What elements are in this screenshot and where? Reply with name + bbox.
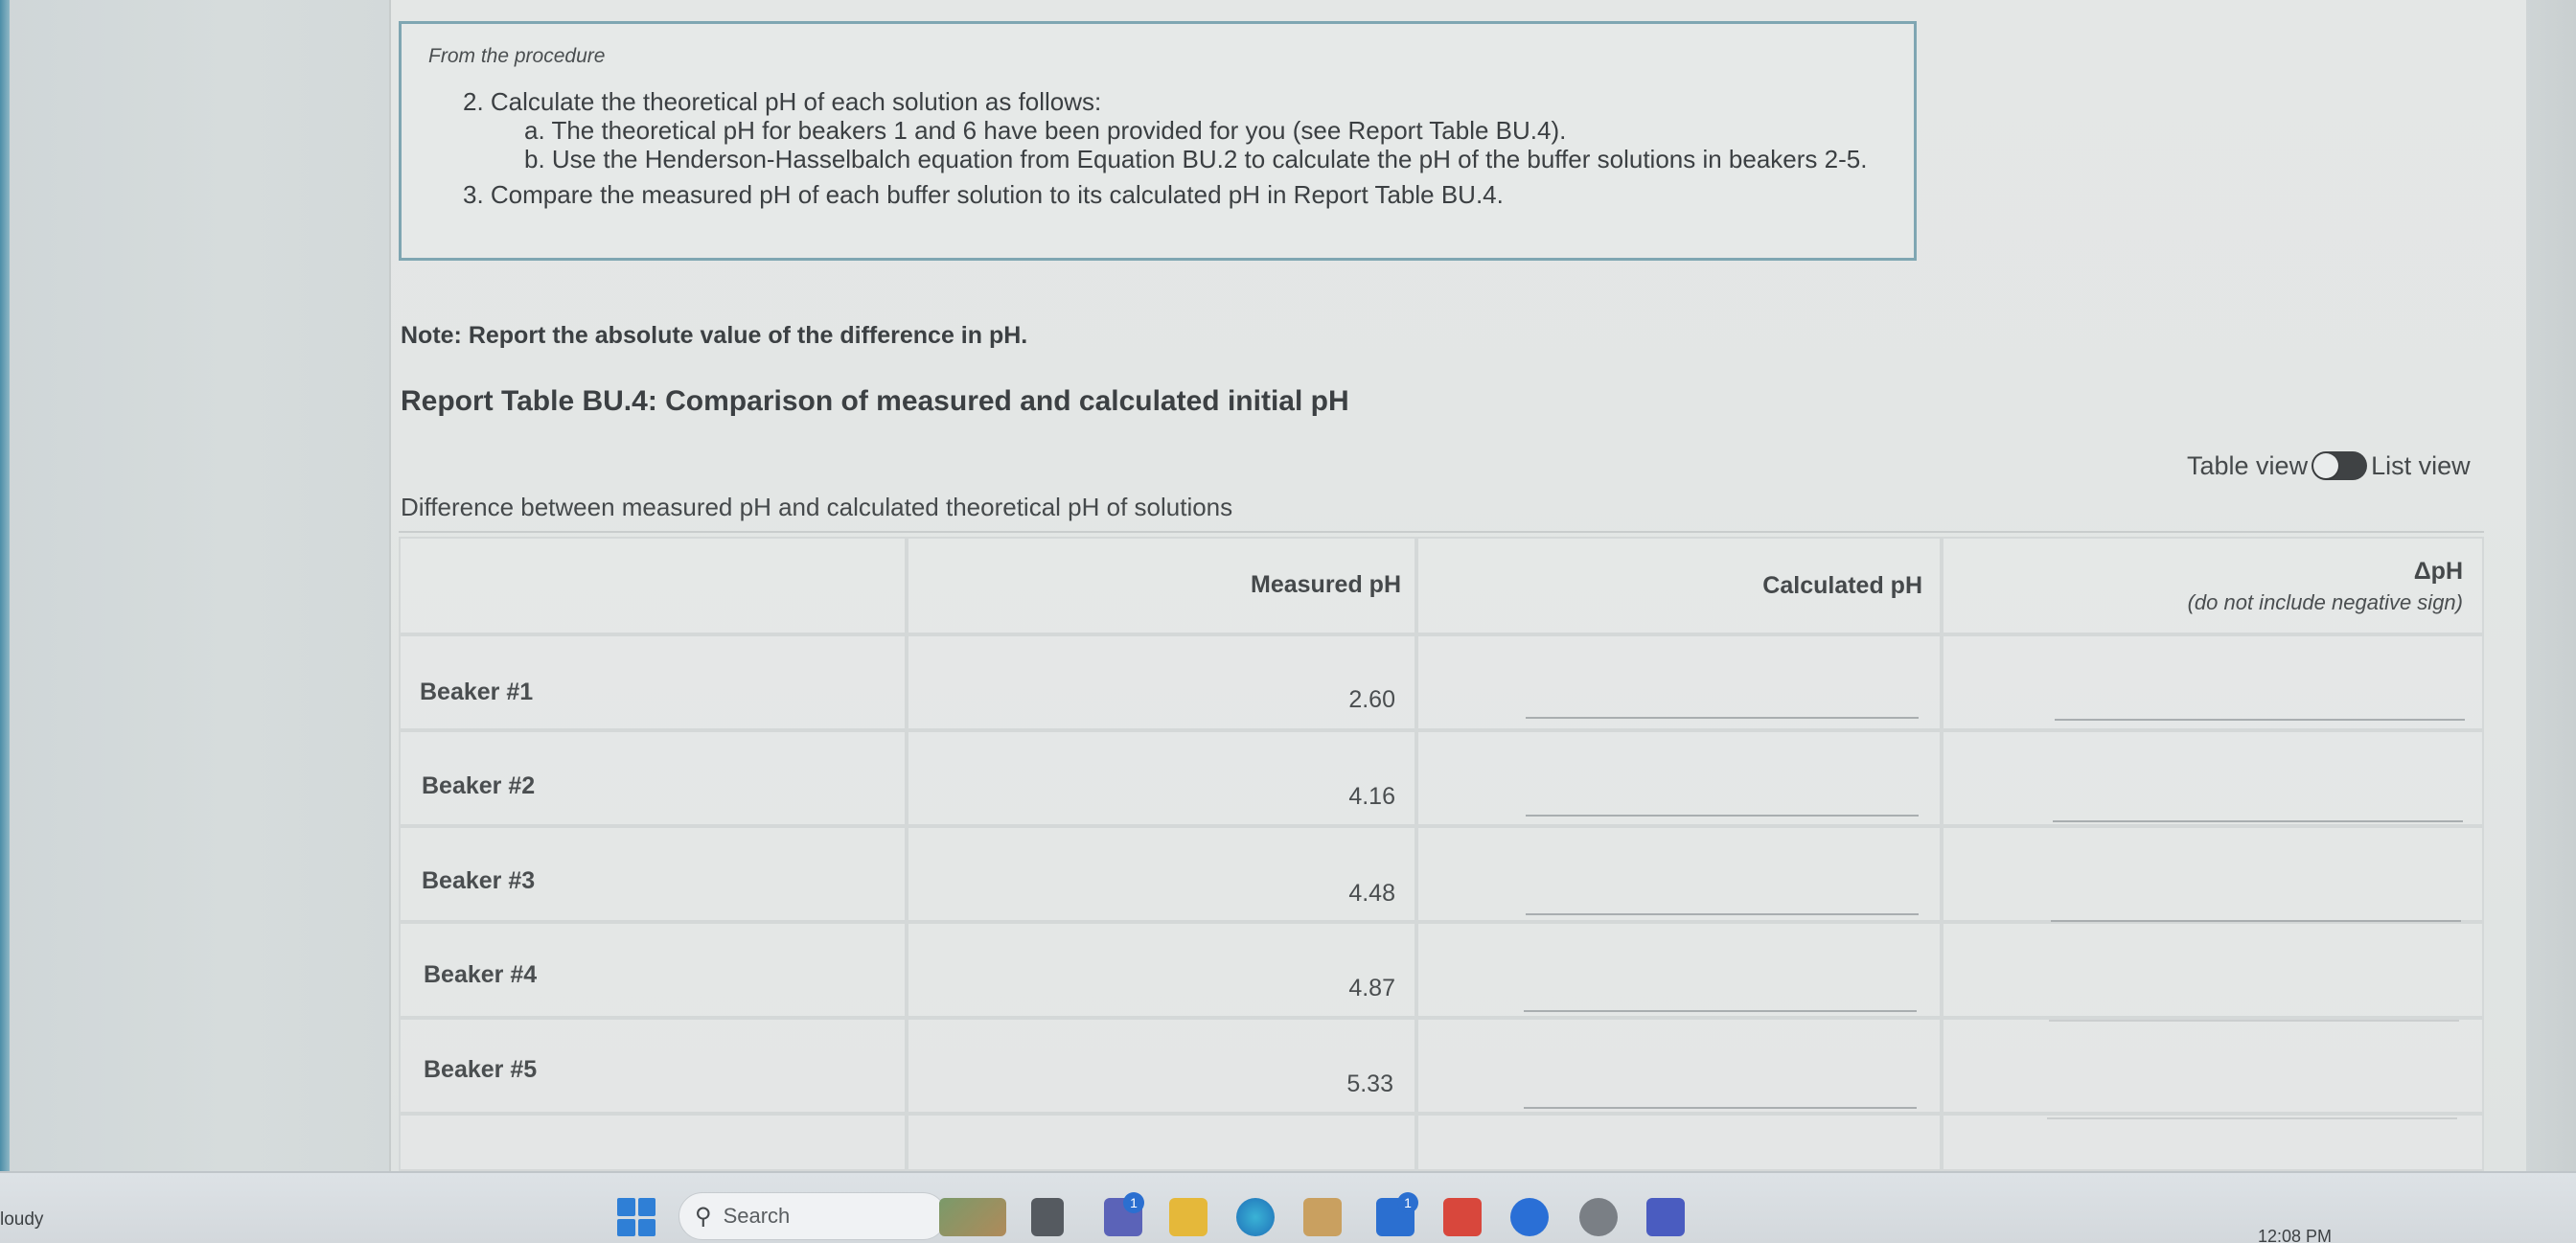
procedure-step-2a: a. The theoretical pH for beakers 1 and …	[524, 116, 1567, 145]
table-cell	[1416, 826, 1942, 922]
table-cell	[1942, 1114, 2484, 1171]
window-edge	[0, 0, 10, 1171]
table-caption: Difference between measured pH and calcu…	[401, 493, 1233, 521]
calculated-ph-input-beaker-3[interactable]	[1526, 913, 1919, 915]
table-cell	[1942, 1018, 2484, 1114]
table-cell	[1942, 826, 2484, 922]
measured-value-beaker-5: 5.33	[1346, 1070, 1393, 1097]
taskbar-search-label: Search	[723, 1204, 791, 1228]
task-view-icon[interactable]	[1031, 1198, 1064, 1236]
taskbar: loudy ⚲ Search 1 1 12:08 PM	[0, 1171, 2576, 1243]
calculated-ph-input-beaker-1[interactable]	[1526, 717, 1919, 719]
file-explorer-icon[interactable]	[1169, 1198, 1208, 1236]
store-icon[interactable]	[1303, 1198, 1342, 1236]
procedure-box: From the procedure 2. Calculate the theo…	[399, 21, 1917, 261]
list-view-label[interactable]: List view	[2371, 451, 2471, 481]
table-title: Report Table BU.4: Comparison of measure…	[401, 385, 1349, 417]
taskbar-search[interactable]: ⚲ Search	[678, 1192, 947, 1240]
cortana-icon[interactable]	[1510, 1198, 1549, 1236]
procedure-step-3: 3. Compare the measured pH of each buffe…	[463, 180, 1504, 209]
delta-ph-input-beaker-2[interactable]	[2053, 820, 2463, 822]
search-icon: ⚲	[695, 1203, 712, 1230]
settings-gear-icon[interactable]	[1579, 1198, 1618, 1236]
table-cell	[1416, 1114, 1942, 1171]
view-toggle: Table view List view	[2187, 449, 2471, 483]
measured-value-beaker-4: 4.87	[1348, 975, 1395, 1001]
procedure-title: From the procedure	[428, 45, 606, 67]
table-cell	[1416, 1018, 1942, 1114]
gmail-icon[interactable]	[1443, 1198, 1482, 1236]
measured-value-beaker-3: 4.48	[1348, 880, 1395, 907]
table-cell	[1942, 634, 2484, 730]
table-cell	[907, 634, 1416, 730]
toggle-knob	[2313, 453, 2339, 478]
widgets-icon[interactable]	[939, 1198, 1006, 1236]
procedure-step-2: 2. Calculate the theoretical pH of each …	[463, 87, 1102, 116]
table-cell	[907, 1018, 1416, 1114]
row-label-beaker-4: Beaker #4	[424, 961, 538, 988]
calculated-ph-input-beaker-5[interactable]	[1524, 1107, 1917, 1109]
weather-widget[interactable]: loudy	[0, 1209, 43, 1231]
caption-divider	[399, 531, 2484, 533]
row-label-beaker-5: Beaker #5	[424, 1056, 538, 1083]
table-cell	[1942, 730, 2484, 826]
taskbar-clock[interactable]: 12:08 PM	[2258, 1227, 2332, 1243]
edge-browser-icon[interactable]	[1236, 1198, 1275, 1236]
teams-icon[interactable]	[1646, 1198, 1685, 1236]
linkedin-badge: 1	[1397, 1192, 1418, 1213]
procedure-step-2b: b. Use the Henderson-Hasselbalch equatio…	[524, 145, 1868, 173]
delta-ph-input-beaker-1[interactable]	[2055, 719, 2465, 721]
measured-value-beaker-1: 2.60	[1348, 686, 1395, 713]
table-cell	[907, 730, 1416, 826]
table-cell	[1416, 922, 1942, 1018]
header-cell-empty	[399, 537, 907, 634]
right-margin	[2526, 0, 2576, 1171]
report-table: Measured pH Calculated pH ΔpH (do not in…	[399, 537, 2484, 1171]
header-cell-delta	[1942, 537, 2484, 634]
delta-ph-subheader: (do not include negative sign)	[2187, 590, 2463, 614]
windows-start-icon[interactable]	[617, 1198, 656, 1236]
row-label-beaker-3: Beaker #3	[422, 867, 536, 894]
table-cell	[1416, 730, 1942, 826]
view-toggle-switch[interactable]	[2312, 451, 2368, 480]
calculated-ph-input-beaker-4[interactable]	[1524, 1010, 1917, 1012]
table-cell	[907, 1114, 1416, 1171]
row-label-beaker-1: Beaker #1	[420, 679, 534, 705]
table-cell	[907, 826, 1416, 922]
measured-ph-header: Measured pH	[1251, 571, 1401, 598]
table-cell	[1416, 634, 1942, 730]
table-view-label[interactable]: Table view	[2187, 451, 2308, 481]
table-cell	[907, 922, 1416, 1018]
row-label-beaker-2: Beaker #2	[422, 772, 536, 799]
measured-value-beaker-2: 4.16	[1348, 783, 1395, 810]
calculated-ph-input-beaker-2[interactable]	[1526, 815, 1919, 817]
left-gutter	[0, 0, 389, 1171]
note-text: Note: Report the absolute value of the d…	[401, 322, 1028, 349]
delta-ph-header: ΔpH	[2413, 558, 2463, 585]
table-cell	[1942, 922, 2484, 1018]
table-row	[399, 1114, 907, 1171]
teams-badge: 1	[1123, 1192, 1144, 1213]
calculated-ph-header: Calculated pH	[1762, 572, 1922, 599]
